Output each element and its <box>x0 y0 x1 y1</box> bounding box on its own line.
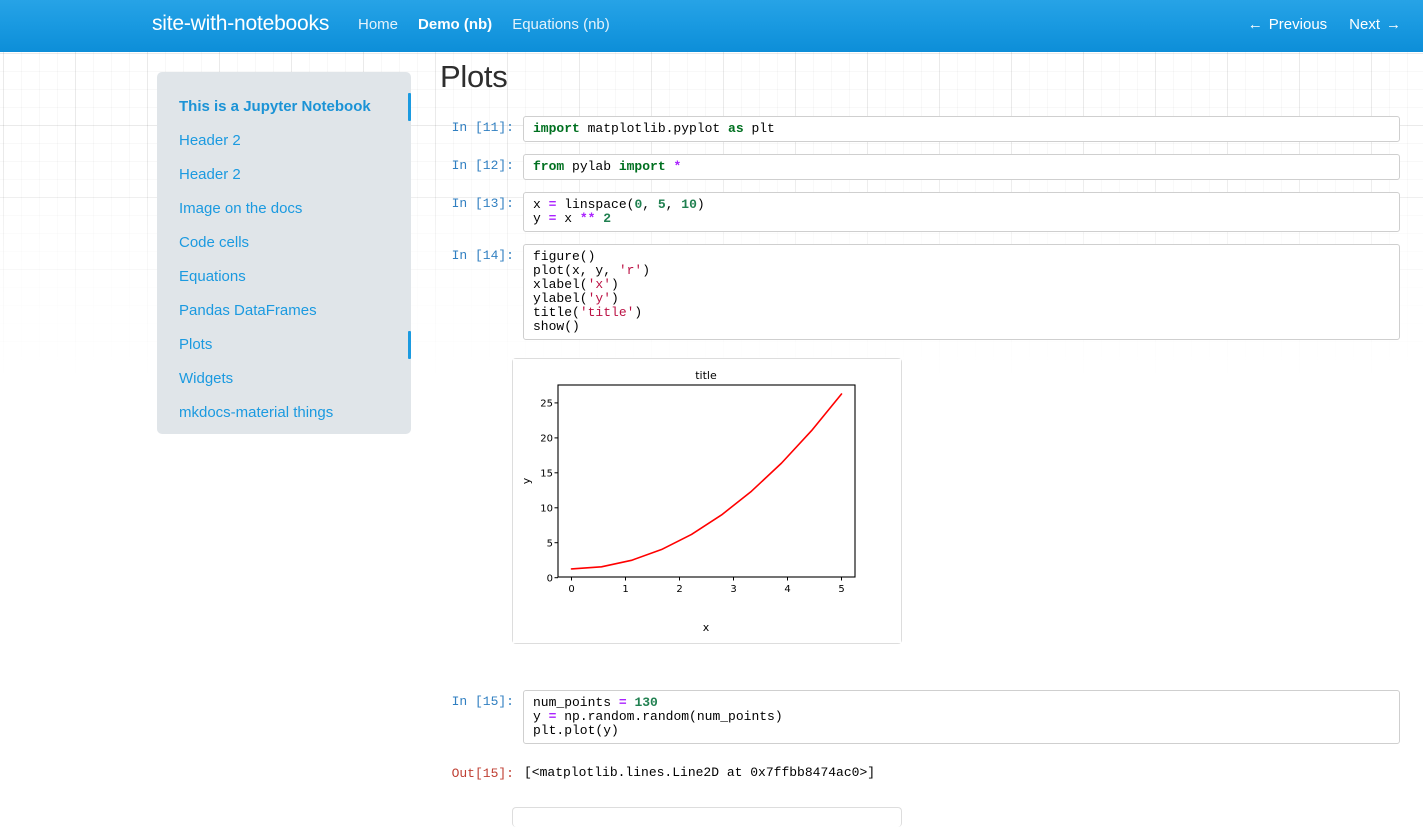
sidebar-item-label: Equations <box>179 268 246 285</box>
output-prompt-15: Out[15]: <box>440 762 523 781</box>
sidebar-item-label: Plots <box>179 336 212 353</box>
chart-title: title <box>695 369 717 382</box>
site-brand[interactable]: site-with-notebooks <box>152 12 329 36</box>
sidebar-item-label: Pandas DataFrames <box>179 302 317 319</box>
figure-frame-1: title y x 0 5 10 15 20 25 <box>512 358 902 644</box>
input-prompt-11: In [11]: <box>440 116 523 135</box>
sidebar-item-this-is-a-jupyter-notebook[interactable]: This is a Jupyter Notebook <box>157 90 411 124</box>
notebook-cell-14: In [14]: figure() plot(x, y, 'r') xlabel… <box>440 244 1400 340</box>
previous-page-link[interactable]: ← Previous <box>1248 16 1327 33</box>
next-page-link[interactable]: Next → <box>1349 16 1401 33</box>
code-editor-14[interactable]: figure() plot(x, y, 'r') xlabel('x') yla… <box>523 244 1400 340</box>
input-prompt-15: In [15]: <box>440 690 523 709</box>
matplotlib-figure-parabola: title y x 0 5 10 15 20 25 <box>513 359 901 643</box>
notebook-cell-out-15: Out[15]: [<matplotlib.lines.Line2D at 0x… <box>440 762 1400 781</box>
code-editor-15[interactable]: num_points = 130 y = np.random.random(nu… <box>523 690 1400 744</box>
svg-text:5: 5 <box>838 584 844 595</box>
nav-link-home[interactable]: Home <box>358 16 398 33</box>
sidebar-item-header-2-b[interactable]: Header 2 <box>157 158 411 192</box>
cell-spacer <box>440 644 1400 690</box>
sidebar-item-code-cells[interactable]: Code cells <box>157 226 411 260</box>
sidebar-item-label: Header 2 <box>179 132 241 149</box>
pager-nav: ← Previous Next → <box>1248 16 1401 33</box>
svg-text:4: 4 <box>784 584 790 595</box>
svg-text:10: 10 <box>540 503 553 514</box>
nav-link-equations-nb[interactable]: Equations (nb) <box>512 16 610 33</box>
figure-frame-2 <box>512 807 902 827</box>
svg-text:15: 15 <box>540 469 553 480</box>
svg-text:20: 20 <box>540 434 553 445</box>
input-prompt-14: In [14]: <box>440 244 523 263</box>
sidebar-item-header-2-a[interactable]: Header 2 <box>157 124 411 158</box>
code-editor-12[interactable]: from pylab import * <box>523 154 1400 180</box>
svg-text:5: 5 <box>547 538 553 549</box>
chart-ylabel: y <box>520 477 533 484</box>
input-prompt-13: In [13]: <box>440 192 523 211</box>
figure-output-2 <box>512 807 1400 827</box>
sidebar-item-mkdocs-material-things[interactable]: mkdocs-material things <box>157 396 411 430</box>
sidebar-item-label: This is a Jupyter Notebook <box>179 98 371 115</box>
sidebar-item-plots[interactable]: Plots <box>157 328 411 362</box>
svg-text:3: 3 <box>730 584 736 595</box>
code-editor-13[interactable]: x = linspace(0, 5, 10) y = x ** 2 <box>523 192 1400 232</box>
notebook-cell-15: In [15]: num_points = 130 y = np.random.… <box>440 690 1400 744</box>
active-indicator-bar <box>408 331 411 359</box>
arrow-right-icon: → <box>1386 17 1401 32</box>
figure-output-1: title y x 0 5 10 15 20 25 <box>512 358 1400 644</box>
notebook-content: Plots In [11]: import matplotlib.pyplot … <box>440 60 1400 827</box>
notebook-cell-11: In [11]: import matplotlib.pyplot as plt <box>440 116 1400 142</box>
page-title: Plots <box>440 60 1400 94</box>
sidebar-item-pandas-dataframes[interactable]: Pandas DataFrames <box>157 294 411 328</box>
sidebar-item-label: Code cells <box>179 234 249 251</box>
svg-text:0: 0 <box>547 573 553 584</box>
top-navbar: site-with-notebooks Home Demo (nb) Equat… <box>0 0 1423 52</box>
sidebar-item-widgets[interactable]: Widgets <box>157 362 411 396</box>
sidebar-toc: This is a Jupyter Notebook Header 2 Head… <box>157 72 411 434</box>
previous-page-label: Previous <box>1269 16 1327 33</box>
output-text-15: [<matplotlib.lines.Line2D at 0x7ffbb8474… <box>523 762 1400 780</box>
sidebar-item-label: Header 2 <box>179 166 241 183</box>
input-prompt-12: In [12]: <box>440 154 523 173</box>
next-page-label: Next <box>1349 16 1380 33</box>
code-editor-11[interactable]: import matplotlib.pyplot as plt <box>523 116 1400 142</box>
notebook-cell-13: In [13]: x = linspace(0, 5, 10) y = x **… <box>440 192 1400 232</box>
toc-list: This is a Jupyter Notebook Header 2 Head… <box>157 72 411 430</box>
active-indicator-bar <box>408 93 411 121</box>
svg-text:2: 2 <box>676 584 682 595</box>
svg-text:25: 25 <box>540 399 553 410</box>
sidebar-item-equations[interactable]: Equations <box>157 260 411 294</box>
sidebar-item-label: Image on the docs <box>179 200 302 217</box>
sidebar-item-label: mkdocs-material things <box>179 404 333 421</box>
arrow-left-icon: ← <box>1248 17 1263 32</box>
svg-text:1: 1 <box>622 584 628 595</box>
nav-link-demo-nb[interactable]: Demo (nb) <box>418 16 492 33</box>
sidebar-item-label: Widgets <box>179 370 233 387</box>
sidebar-item-image-on-the-docs[interactable]: Image on the docs <box>157 192 411 226</box>
notebook-cell-12: In [12]: from pylab import * <box>440 154 1400 180</box>
svg-text:0: 0 <box>568 584 574 595</box>
chart-xlabel: x <box>703 621 710 634</box>
primary-nav: Home Demo (nb) Equations (nb) <box>358 16 610 33</box>
